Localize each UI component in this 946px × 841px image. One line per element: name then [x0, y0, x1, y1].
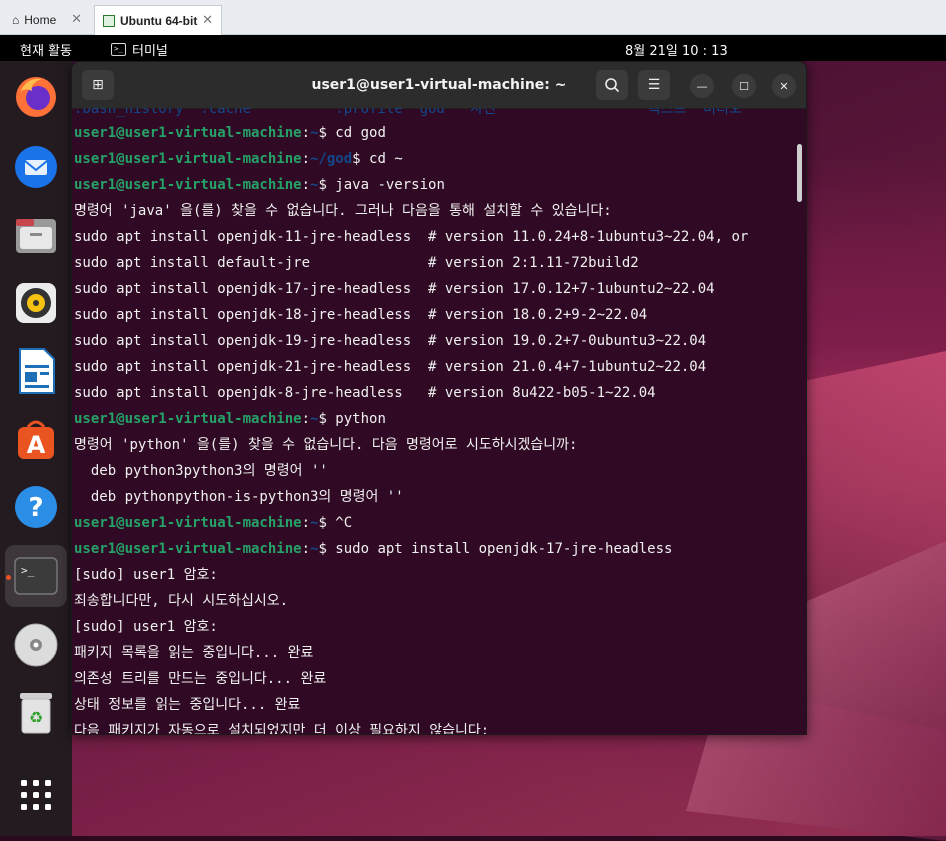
terminal-output-line: sudo apt install openjdk-17-jre-headless… — [74, 281, 715, 297]
svg-text:A: A — [27, 431, 46, 459]
menu-button[interactable]: ☰ — [638, 70, 670, 100]
terminal-icon[interactable]: >_ — [12, 552, 60, 600]
activities-button[interactable]: 현재 활동 — [20, 40, 72, 59]
app-menu[interactable]: >_ 터미널 — [111, 40, 168, 59]
scrollbar[interactable] — [797, 144, 802, 202]
minimize-icon: — — [696, 79, 708, 93]
svg-text:?: ? — [28, 493, 43, 523]
terminal-output-line: deb pythonpython-is-python3의 명령어 '' — [74, 489, 404, 505]
rhythmbox-icon[interactable] — [12, 279, 60, 327]
command-text: $ sudo apt install openjdk-17-jre-headle… — [318, 541, 673, 557]
thunderbird-icon[interactable] — [12, 143, 60, 191]
svg-text:>_: >_ — [21, 564, 35, 577]
terminal-output[interactable]: .bash_history .cache .profile god 사진 텍스트… — [74, 108, 794, 734]
prompt-user: user1@user1-virtual-machine — [74, 151, 302, 167]
terminal-output-line: 다음 패키지가 자동으로 설치되었지만 더 이상 필요하지 않습니다: — [74, 723, 490, 734]
terminal-icon: >_ — [111, 43, 126, 56]
vm-icon — [103, 14, 115, 27]
close-icon[interactable]: ✕ — [71, 11, 82, 27]
terminal-output-line: [sudo] user1 암호: — [74, 619, 218, 635]
trash-icon[interactable]: ♻ — [12, 689, 60, 737]
new-tab-button[interactable]: ⊞ — [82, 70, 114, 100]
terminal-output-line: 명령어 'python' 을(를) 찾을 수 없습니다. 다음 명령어로 시도하… — [74, 437, 578, 453]
command-text: $ ^C — [318, 515, 353, 531]
minimize-button[interactable]: — — [690, 74, 714, 98]
close-icon[interactable]: ✕ — [202, 12, 213, 28]
maximize-button[interactable]: ☐ — [732, 74, 756, 98]
close-icon: ✕ — [779, 79, 789, 93]
prompt-user: user1@user1-virtual-machine — [74, 541, 302, 557]
files-icon[interactable] — [12, 211, 60, 259]
terminal-output-line: sudo apt install default-jre # version 2… — [74, 255, 639, 271]
command-text: $ cd god — [318, 125, 386, 141]
prompt-path: ~/god — [310, 151, 353, 167]
app-grid-icon[interactable] — [12, 771, 60, 819]
terminal-prompt-line: user1@user1-virtual-machine:~$ ^C — [74, 515, 353, 531]
prompt-user: user1@user1-virtual-machine — [74, 125, 302, 141]
terminal-output-line: [sudo] user1 암호: — [74, 567, 218, 583]
command-text: $ cd ~ — [352, 151, 403, 167]
gnome-top-bar: 현재 활동 >_ 터미널 8월 21일 10 : 13 — [0, 35, 946, 61]
help-icon[interactable]: ? — [12, 483, 60, 531]
terminal-output-line: 패키지 목록을 읽는 중입니다... 완료 — [74, 645, 314, 661]
terminal-headerbar[interactable]: user1@user1-virtual-machine: ~ ⊞ ☰ — ☐ ✕ — [72, 62, 806, 109]
command-text: $ java -version — [318, 177, 445, 193]
terminal-output-line: sudo apt install openjdk-21-jre-headless… — [74, 359, 707, 375]
search-icon — [605, 78, 620, 93]
writer-icon[interactable] — [12, 347, 60, 395]
dock: A ? >_ ♻ — [0, 61, 72, 836]
app-menu-label: 터미널 — [132, 44, 168, 59]
prompt-user: user1@user1-virtual-machine — [74, 177, 302, 193]
terminal-prompt-line: user1@user1-virtual-machine:~$ cd god — [74, 125, 386, 141]
svg-text:♻: ♻ — [29, 708, 43, 727]
terminal-output-line: 명령어 'java' 을(를) 찾을 수 없습니다. 그러나 다음을 통해 설치… — [74, 203, 612, 219]
running-indicator — [6, 575, 11, 580]
prompt-user: user1@user1-virtual-machine — [74, 515, 302, 531]
search-button[interactable] — [596, 70, 628, 100]
tab-ubuntu-label: Ubuntu 64-bit — [120, 13, 198, 28]
terminal-output-line: sudo apt install openjdk-8-jre-headless … — [74, 385, 656, 401]
terminal-output-line: sudo apt install openjdk-19-jre-headless… — [74, 333, 707, 349]
tab-home-label: Home — [24, 13, 57, 27]
prompt-user: user1@user1-virtual-machine — [74, 411, 302, 427]
software-icon[interactable]: A — [12, 415, 60, 463]
maximize-icon: ☐ — [739, 79, 749, 93]
terminal-prompt-line: user1@user1-virtual-machine:~$ python — [74, 411, 386, 427]
clock[interactable]: 8월 21일 10 : 13 — [625, 40, 728, 59]
hamburger-icon: ☰ — [647, 77, 661, 93]
terminal-output-line: 의존성 트리를 만드는 중입니다... 완료 — [74, 671, 327, 687]
terminal-window[interactable]: user1@user1-virtual-machine: ~ ⊞ ☰ — ☐ ✕… — [71, 61, 807, 735]
terminal-prompt-line: user1@user1-virtual-machine:~/god$ cd ~ — [74, 151, 403, 167]
new-tab-icon: ⊞ — [92, 77, 104, 93]
terminal-prompt-line: user1@user1-virtual-machine:~$ sudo apt … — [74, 541, 673, 557]
terminal-output-line: sudo apt install openjdk-11-jre-headless… — [74, 229, 749, 245]
close-button[interactable]: ✕ — [772, 74, 796, 98]
vm-tab-bar: ⌂ Home ✕ Ubuntu 64-bit ✕ — [0, 0, 946, 35]
terminal-output-line: deb python3python3의 명령어 '' — [74, 463, 328, 479]
cd-icon[interactable] — [12, 621, 60, 669]
terminal-prompt-line: user1@user1-virtual-machine:~$ java -ver… — [74, 177, 445, 193]
terminal-output-line: 상태 정보를 읽는 중입니다... 완료 — [74, 697, 301, 713]
terminal-output-line: 죄송합니다만, 다시 시도하십시오. — [74, 593, 289, 609]
firefox-icon[interactable] — [12, 73, 60, 121]
tab-ubuntu[interactable]: Ubuntu 64-bit ✕ — [94, 5, 222, 35]
tab-home[interactable]: ⌂ Home ✕ — [6, 5, 90, 35]
command-text: $ python — [318, 411, 386, 427]
terminal-output-line: sudo apt install openjdk-18-jre-headless… — [74, 307, 648, 323]
home-icon: ⌂ — [12, 13, 20, 27]
